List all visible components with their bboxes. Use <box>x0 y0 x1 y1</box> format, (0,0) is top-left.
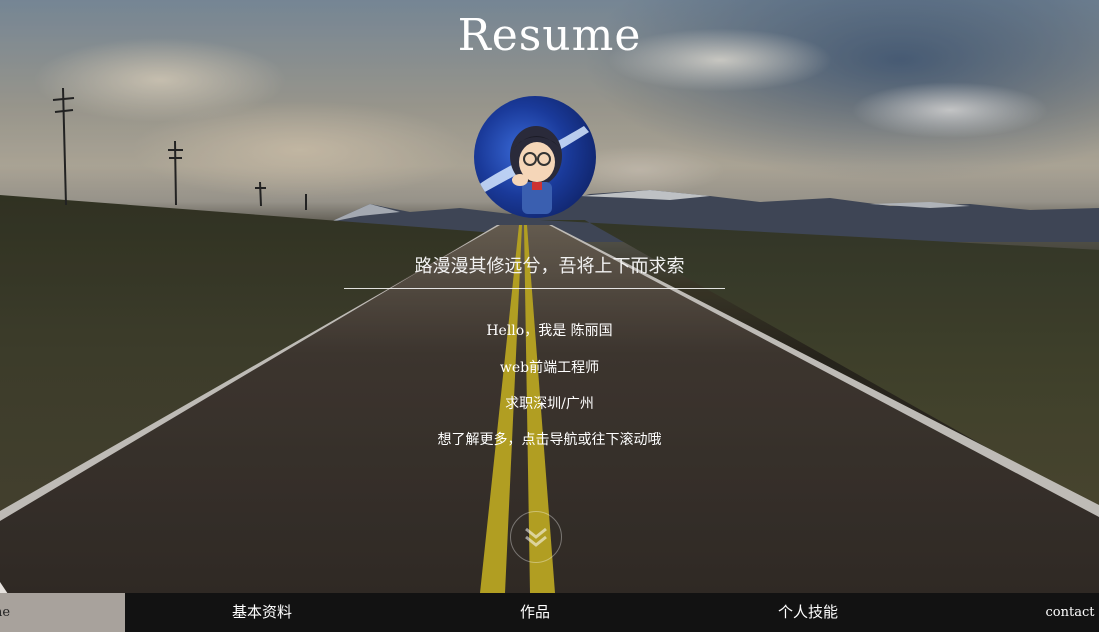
intro-job: 求职深圳/广州 <box>505 396 594 412</box>
motto-text: 路漫漫其修远兮，吾将上下而求索 <box>414 256 685 277</box>
nav-skills[interactable]: 个人技能 <box>748 593 868 632</box>
dark-overlay <box>0 0 1099 593</box>
intro-hello: Hello，我是 陈丽国 <box>486 323 613 339</box>
anime-avatar-icon <box>474 96 596 218</box>
nav-basic-info[interactable]: 基本资料 <box>202 593 322 632</box>
intro-hint: 想了解更多，点击导航或往下滚动哦 <box>437 432 662 448</box>
bottom-nav: me 基本资料 作品 个人技能 contact <box>0 593 1099 632</box>
nav-works[interactable]: 作品 <box>475 593 595 632</box>
hero-background <box>0 0 1099 593</box>
divider <box>344 288 725 289</box>
double-chevron-down-icon <box>525 527 547 547</box>
intro-role: web前端工程师 <box>499 360 600 376</box>
nav-contact[interactable]: contact <box>1030 593 1099 632</box>
page-title: Resume <box>457 10 642 61</box>
scroll-down-button[interactable] <box>510 511 562 563</box>
nav-home[interactable]: me <box>0 593 125 632</box>
